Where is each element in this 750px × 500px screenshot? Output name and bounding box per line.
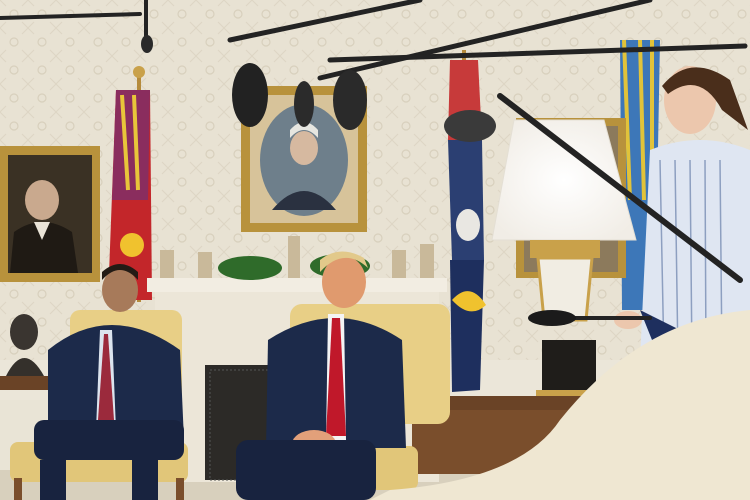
mic-fuzzy-1 [232,63,268,127]
scene-canvas [0,0,750,500]
mic-fuzzy-2 [333,70,367,130]
mic-handheld [528,310,576,326]
mic-1 [294,81,314,127]
portrait-left [0,146,100,282]
photo-scene [0,0,750,500]
mic-fuzzy-3 [444,110,496,142]
